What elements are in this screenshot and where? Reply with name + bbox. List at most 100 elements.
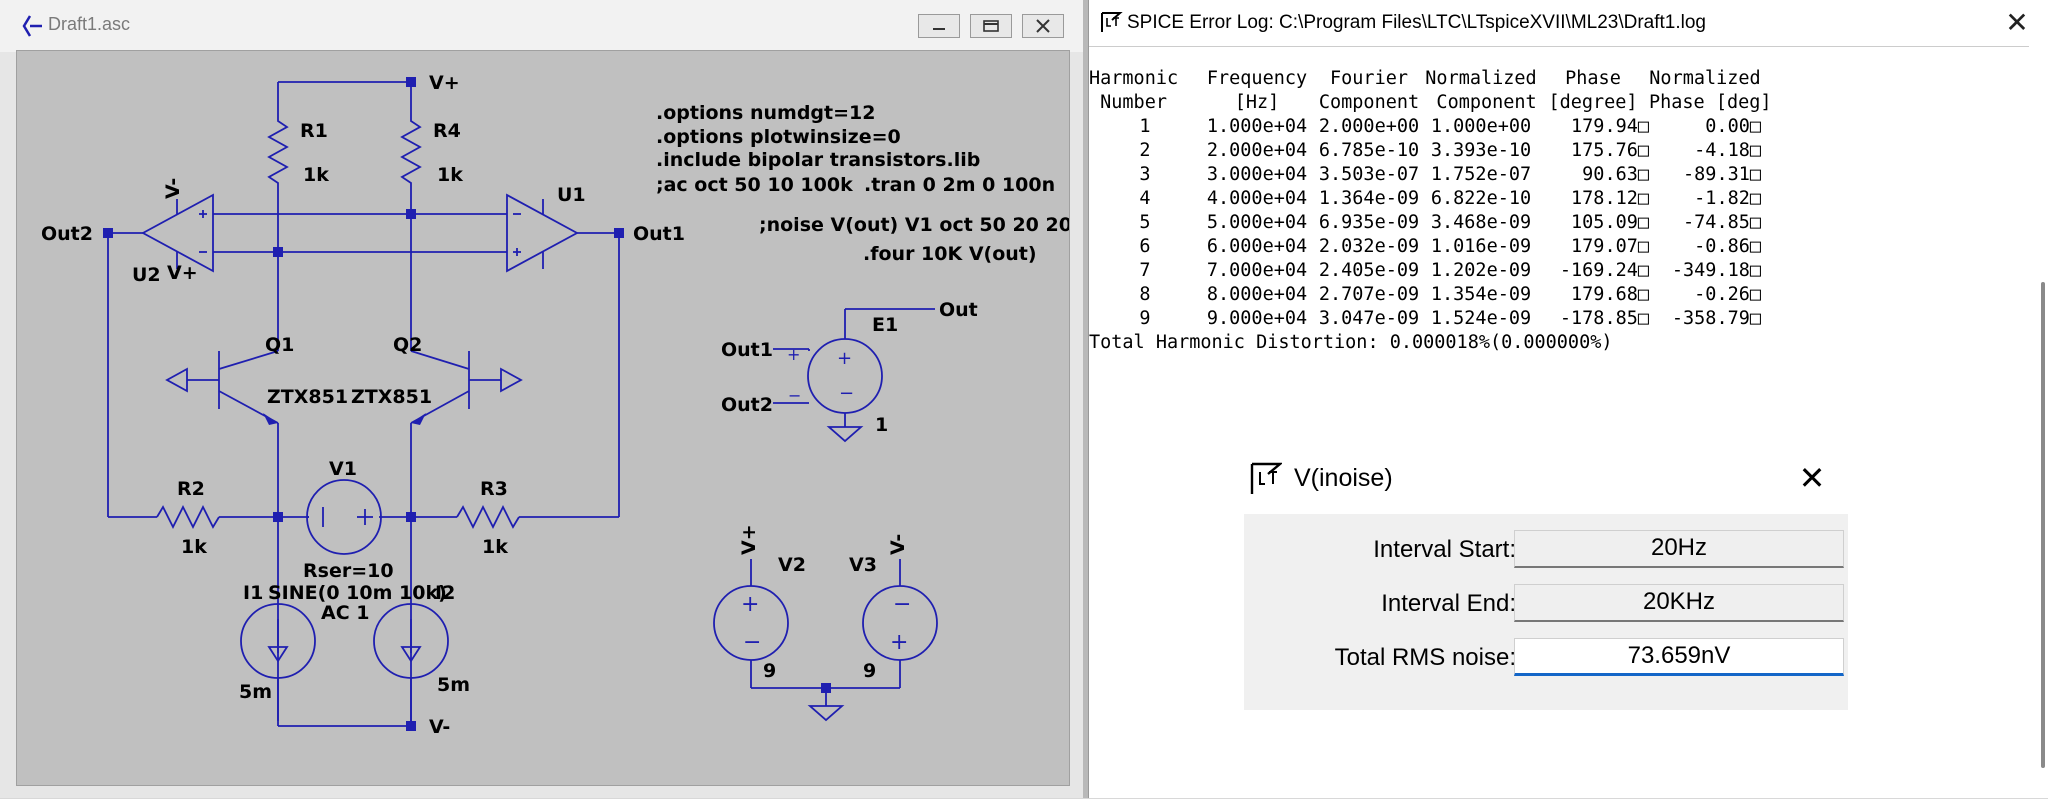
harmonic-row-cell: 2.000e+00	[1318, 116, 1420, 137]
harmonic-row-cell: 6.822e-10	[1430, 188, 1532, 209]
q1-name: Q1	[265, 334, 294, 356]
harmonic-row: 1 1.000e+04 2.000e+00 1.000e+00 179.94□ 0.00□	[1089, 115, 1761, 139]
opamp-u2[interactable]	[141, 193, 214, 273]
i1-value: 5m	[239, 681, 272, 703]
resistor-r1[interactable]	[267, 113, 289, 191]
interval-start-field[interactable]: 20Hz	[1514, 530, 1844, 568]
schematic-window: Draft1.asc V+ R1 1k R4 1k V- V+ U2 Out2 …	[0, 0, 1083, 798]
noise-dialog-body: Interval Start: 20Hz Interval End: 20KHz…	[1244, 514, 1848, 710]
noise-dialog: V(inoise) ✕ Interval Start: 20Hz Interva…	[1244, 450, 1848, 716]
ltspice-logo-icon	[1101, 12, 1123, 32]
harmonic-row-cell: 3.000e+04	[1206, 164, 1308, 185]
harmonic-row-cell: 2	[1139, 140, 1151, 161]
harmonic-row-cell: 6.000e+04	[1206, 236, 1308, 257]
r2-value: 1k	[181, 536, 207, 558]
u2-name: U2	[132, 264, 161, 286]
noise-dialog-title: V(inoise)	[1294, 464, 1393, 492]
svg-text:+: +	[837, 348, 852, 369]
harmonic-row-cell: -169.24□	[1559, 260, 1649, 281]
harmonic-row-cell: 1.364e-09	[1318, 188, 1420, 209]
log-scrollbar[interactable]	[2029, 46, 2048, 798]
harmonic-row-cell: -358.79□	[1671, 308, 1761, 329]
rms-noise-label: Total RMS noise:	[1334, 644, 1516, 671]
scrollbar-thumb[interactable]	[2041, 282, 2045, 768]
rms-noise-field[interactable]: 73.659nV	[1514, 638, 1844, 676]
directive-four: .four 10K V(out)	[863, 243, 1037, 265]
harmonic-row-cell: 175.76□	[1571, 140, 1649, 161]
r3-name: R3	[480, 478, 508, 500]
harmonic-row-cell: -0.86□	[1694, 236, 1761, 257]
i2-name: I2	[435, 582, 455, 604]
interval-start-label: Interval Start:	[1373, 536, 1516, 563]
resistor-r4[interactable]	[400, 113, 422, 191]
v3-vminus-label: V-	[887, 534, 909, 555]
harmonic-row-cell: 9	[1139, 308, 1151, 329]
harmonic-row-cell: 1.000e+04	[1206, 116, 1308, 137]
table-header-row-cell: [Hz]	[1234, 92, 1280, 113]
net-label-vminus: V-	[429, 716, 450, 738]
svg-text:−: −	[893, 592, 911, 617]
harmonic-row-cell: 1.752e-07	[1430, 164, 1532, 185]
harmonic-row-cell: 5	[1139, 212, 1151, 233]
noise-dialog-close-button[interactable]: ✕	[1794, 460, 1830, 496]
harmonic-row-cell: 179.07□	[1571, 236, 1649, 257]
harmonic-row: 6 6.000e+04 2.032e-09 1.016e-09 179.07□ -0.86…	[1089, 235, 1761, 259]
harmonic-row-cell: 7	[1139, 260, 1151, 281]
table-header-row: Harmonic Frequency Fourier Normalized Phase N…	[1089, 67, 1761, 91]
restore-button[interactable]	[970, 14, 1012, 38]
ltspice-cursor-icon	[22, 15, 42, 37]
rms-noise-row: Total RMS noise: 73.659nV	[1244, 636, 1848, 676]
close-icon: ✕	[2005, 7, 2029, 38]
i2-value: 5m	[437, 674, 470, 696]
directive-numdgt: .options numdgt=12	[656, 102, 875, 124]
r3-value: 1k	[482, 536, 508, 558]
thd-line: Total Harmonic Distortion: 0.000018%(0.0…	[1089, 332, 1613, 353]
harmonic-row-cell: 3.503e-07	[1318, 164, 1420, 185]
interval-start-row: Interval Start: 20Hz	[1244, 528, 1848, 568]
table-header-row-cell: Component	[1318, 92, 1420, 113]
harmonic-row-cell: 1.202e-09	[1430, 260, 1532, 281]
r1-name: R1	[300, 120, 328, 142]
r4-name: R4	[433, 120, 461, 142]
table-header-row-cell: Normalized	[1649, 68, 1761, 89]
log-close-button[interactable]: ✕	[1999, 6, 2035, 40]
interval-end-field[interactable]: 20KHz	[1514, 584, 1844, 622]
close-button[interactable]	[1022, 14, 1064, 38]
wire-vminus-rail	[277, 678, 416, 731]
ltspice-logo-icon	[1250, 462, 1282, 494]
interval-end-row: Interval End: 20KHz	[1244, 582, 1848, 622]
svg-text:−: −	[743, 630, 761, 655]
harmonic-row-cell: 5.000e+04	[1206, 212, 1308, 233]
table-header-row-cell: Frequency	[1206, 68, 1308, 89]
harmonic-row-cell: 2.032e-09	[1318, 236, 1420, 257]
harmonic-row-cell: 3	[1139, 164, 1151, 185]
table-header-row-cell: Phase [deg]	[1649, 92, 1772, 113]
harmonic-row-cell: 2.000e+04	[1206, 140, 1308, 161]
u1-name: U1	[557, 184, 586, 206]
minimize-button[interactable]	[918, 14, 960, 38]
harmonic-row: 5 5.000e+04 6.935e-09 3.468e-09 105.09□ -74.8…	[1089, 211, 1761, 235]
resistor-r3[interactable]	[456, 504, 520, 530]
fourier-table: Harmonic Frequency Fourier Normalized Phase N…	[1089, 67, 1772, 355]
voltage-source-v2[interactable]: + −	[713, 559, 789, 688]
v2-value: 9	[763, 660, 776, 682]
harmonic-row-cell: 3.468e-09	[1430, 212, 1532, 233]
svg-text:−: −	[788, 386, 801, 405]
table-header-row-cell: Normalized	[1425, 68, 1537, 89]
transistor-q1[interactable]	[165, 350, 279, 425]
log-title-bar[interactable]: SPICE Error Log: C:\Program Files\LTC\LT…	[1089, 0, 2048, 46]
schematic-drawing: V+ R1 1k R4 1k V- V+ U2 Out2 U1 Out1 Q1 …	[41, 72, 1069, 738]
vcvs-e1[interactable]: + − + −	[773, 308, 935, 443]
harmonic-row-cell: 4.000e+04	[1206, 188, 1308, 209]
schematic-title-bar[interactable]: Draft1.asc	[0, 0, 1083, 52]
v3-name: V3	[849, 554, 877, 576]
log-window-title: SPICE Error Log: C:\Program Files\LTC\LT…	[1127, 12, 1706, 33]
directive-noise: ;noise V(out) V1 oct 50 20 20k	[759, 214, 1069, 236]
table-header-row: Number [Hz] Component Component [degree] Pha…	[1089, 91, 1772, 115]
opamp-u1[interactable]	[506, 193, 579, 273]
table-header-row-cell: Fourier	[1330, 68, 1408, 89]
noise-dialog-title-bar[interactable]: V(inoise) ✕	[1244, 450, 1848, 514]
resistor-r2[interactable]	[156, 504, 220, 530]
voltage-source-v1[interactable]	[306, 479, 382, 555]
schematic-canvas[interactable]: V+ R1 1k R4 1k V- V+ U2 Out2 U1 Out1 Q1 …	[16, 50, 1070, 786]
